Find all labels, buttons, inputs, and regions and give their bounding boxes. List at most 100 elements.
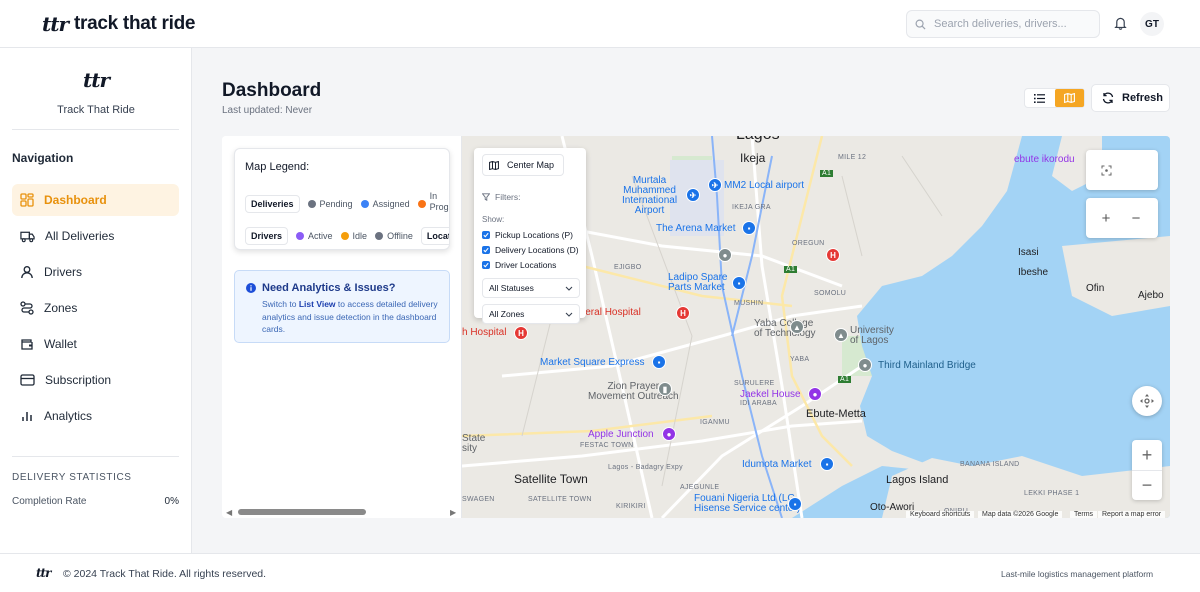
place-of-worship-icon[interactable]: ▮	[658, 382, 672, 396]
sidebar-item-all-deliveries[interactable]: All Deliveries	[12, 220, 179, 252]
keyboard-shortcuts-link[interactable]: Keyboard shortcuts	[906, 511, 975, 518]
map-label: Apple Junction	[588, 429, 654, 440]
legend-item-label: Pending	[319, 198, 353, 209]
center-map-label: Center Map	[507, 160, 555, 170]
scroll-left-icon[interactable]: ◀	[226, 508, 232, 517]
bell-icon[interactable]	[1114, 16, 1127, 30]
zoom-out-button[interactable]: −	[1124, 206, 1148, 230]
road-shield: A1	[784, 266, 798, 273]
move-arrows-icon	[1140, 394, 1154, 408]
search-input[interactable]	[934, 18, 1094, 30]
map-zoom-out-button[interactable]: −	[1132, 470, 1162, 500]
terms-link[interactable]: Terms	[1070, 511, 1098, 518]
place-icon[interactable]: ●	[662, 427, 676, 441]
airport-icon[interactable]: ✈	[686, 188, 700, 202]
pickup-locations-checkbox[interactable]: Pickup Locations (P)	[482, 230, 573, 240]
chevron-down-icon	[565, 312, 573, 317]
scrollbar-thumb[interactable]	[238, 509, 366, 515]
sidebar-item-analytics[interactable]: Analytics	[12, 400, 179, 432]
avatar[interactable]: GT	[1140, 12, 1164, 36]
map-label: LEKKI PHASE 1	[1024, 490, 1080, 497]
footer: ttr © 2024 Track That Ride. All rights r…	[0, 553, 1200, 592]
horizontal-scrollbar[interactable]: ◀ ▶	[222, 506, 462, 518]
search-box[interactable]	[906, 10, 1100, 38]
bar-chart-icon	[22, 412, 32, 421]
map-label: KIRIKIRI	[616, 503, 646, 510]
airport-icon[interactable]: ✈	[708, 178, 722, 192]
footer-logo: ttr	[36, 566, 51, 580]
divider	[12, 456, 179, 457]
sidebar-item-dashboard[interactable]: Dashboard	[12, 184, 179, 216]
map-label: MUSHIN	[734, 300, 764, 307]
legend-item: Pending	[307, 198, 353, 209]
brand-logo[interactable]: ttr track that ride	[42, 12, 195, 36]
map-label: Yaba College of Technology	[754, 318, 816, 339]
map-label: SURULERE	[734, 380, 775, 387]
legend-chip-drivers: Drivers	[245, 227, 289, 245]
zoom-in-button[interactable]: +	[1094, 206, 1118, 230]
hospital-icon[interactable]: H	[514, 326, 528, 340]
map-label: MM2 Local airport	[724, 180, 805, 191]
sidebar-item-label: Wallet	[44, 337, 77, 351]
landmark-icon[interactable]: ●	[718, 248, 732, 262]
legend-row-deliveries: Deliveries Pending Assigned In Progress	[245, 191, 449, 213]
landmark-icon[interactable]: ●	[858, 358, 872, 372]
place-icon[interactable]: ●	[808, 387, 822, 401]
map-label: Ikeja	[740, 151, 766, 165]
hospital-icon[interactable]: H	[676, 306, 690, 320]
map-label: IDI ARABA	[740, 400, 777, 407]
shopping-icon[interactable]: ▪	[788, 497, 802, 511]
map-label: Idumota Market	[742, 459, 812, 470]
wallet-icon	[21, 339, 33, 350]
list-view-button[interactable]	[1025, 89, 1055, 107]
stats-title: DELIVERY STATISTICS	[12, 472, 132, 483]
zone-select[interactable]: All Zones	[482, 304, 580, 324]
center-map-button[interactable]: Center Map	[482, 154, 564, 176]
camera-control-button[interactable]	[1132, 386, 1162, 416]
scroll-right-icon[interactable]: ▶	[450, 508, 456, 517]
map-label: YABA	[790, 356, 810, 363]
map-label: AJEGUNLE	[680, 484, 720, 491]
fit-bounds-button[interactable]	[1086, 150, 1126, 190]
sidebar-item-wallet[interactable]: Wallet	[12, 328, 179, 360]
map-label: Ibeshe	[1018, 267, 1049, 278]
footer-tagline: Last-mile logistics management platform	[1001, 569, 1154, 579]
status-select[interactable]: All Statuses	[482, 278, 580, 298]
left-panel: Map Legend: Deliveries Pending Assigned …	[222, 136, 462, 518]
hospital-icon[interactable]: H	[826, 248, 840, 262]
school-icon[interactable]: ▲	[834, 328, 848, 342]
shopping-icon[interactable]: ▪	[742, 221, 756, 235]
shopping-icon[interactable]: ▪	[732, 276, 746, 290]
sidebar-item-subscription[interactable]: Subscription	[12, 364, 179, 396]
map-label: State sity	[462, 433, 486, 454]
school-icon[interactable]: ▲	[790, 320, 804, 334]
info-title: Need Analytics & Issues?	[262, 282, 396, 294]
map-label: University of Lagos	[850, 325, 894, 346]
driver-locations-checkbox[interactable]: Driver Locations	[482, 260, 556, 270]
sidebar-item-zones[interactable]: Zones	[12, 292, 179, 324]
sidebar-item-drivers[interactable]: Drivers	[12, 256, 179, 288]
map-zoom-in-button[interactable]: +	[1132, 440, 1162, 470]
status-dot	[417, 199, 426, 208]
brand-mark: ttr	[42, 12, 69, 36]
stat-label: Completion Rate	[12, 496, 87, 507]
status-dot	[360, 199, 369, 208]
legend-item: Active	[296, 231, 333, 241]
shopping-icon[interactable]: ▪	[652, 355, 666, 369]
report-error-link[interactable]: Report a map error	[1098, 511, 1166, 518]
map-label: h Hospital	[462, 327, 507, 338]
info-icon	[246, 283, 256, 293]
shopping-icon[interactable]: ▪	[820, 457, 834, 471]
checkbox-checked	[482, 246, 490, 254]
map-label: Isasi	[1018, 247, 1039, 258]
legend-title: Map Legend:	[245, 161, 310, 173]
footer-copyright: © 2024 Track That Ride. All rights reser…	[63, 568, 267, 580]
delivery-map[interactable]: Lagos Ikeja MILE 12 ebute ikorodu MM2 Lo…	[462, 136, 1170, 518]
map-label: Jaekel House	[740, 389, 801, 400]
list-view-link[interactable]: List View	[299, 299, 336, 309]
refresh-button[interactable]: Refresh	[1091, 84, 1170, 112]
divider	[12, 129, 179, 130]
delivery-locations-checkbox[interactable]: Delivery Locations (D)	[482, 245, 579, 255]
map-view-button[interactable]	[1054, 89, 1084, 107]
chevron-down-icon	[565, 286, 573, 291]
